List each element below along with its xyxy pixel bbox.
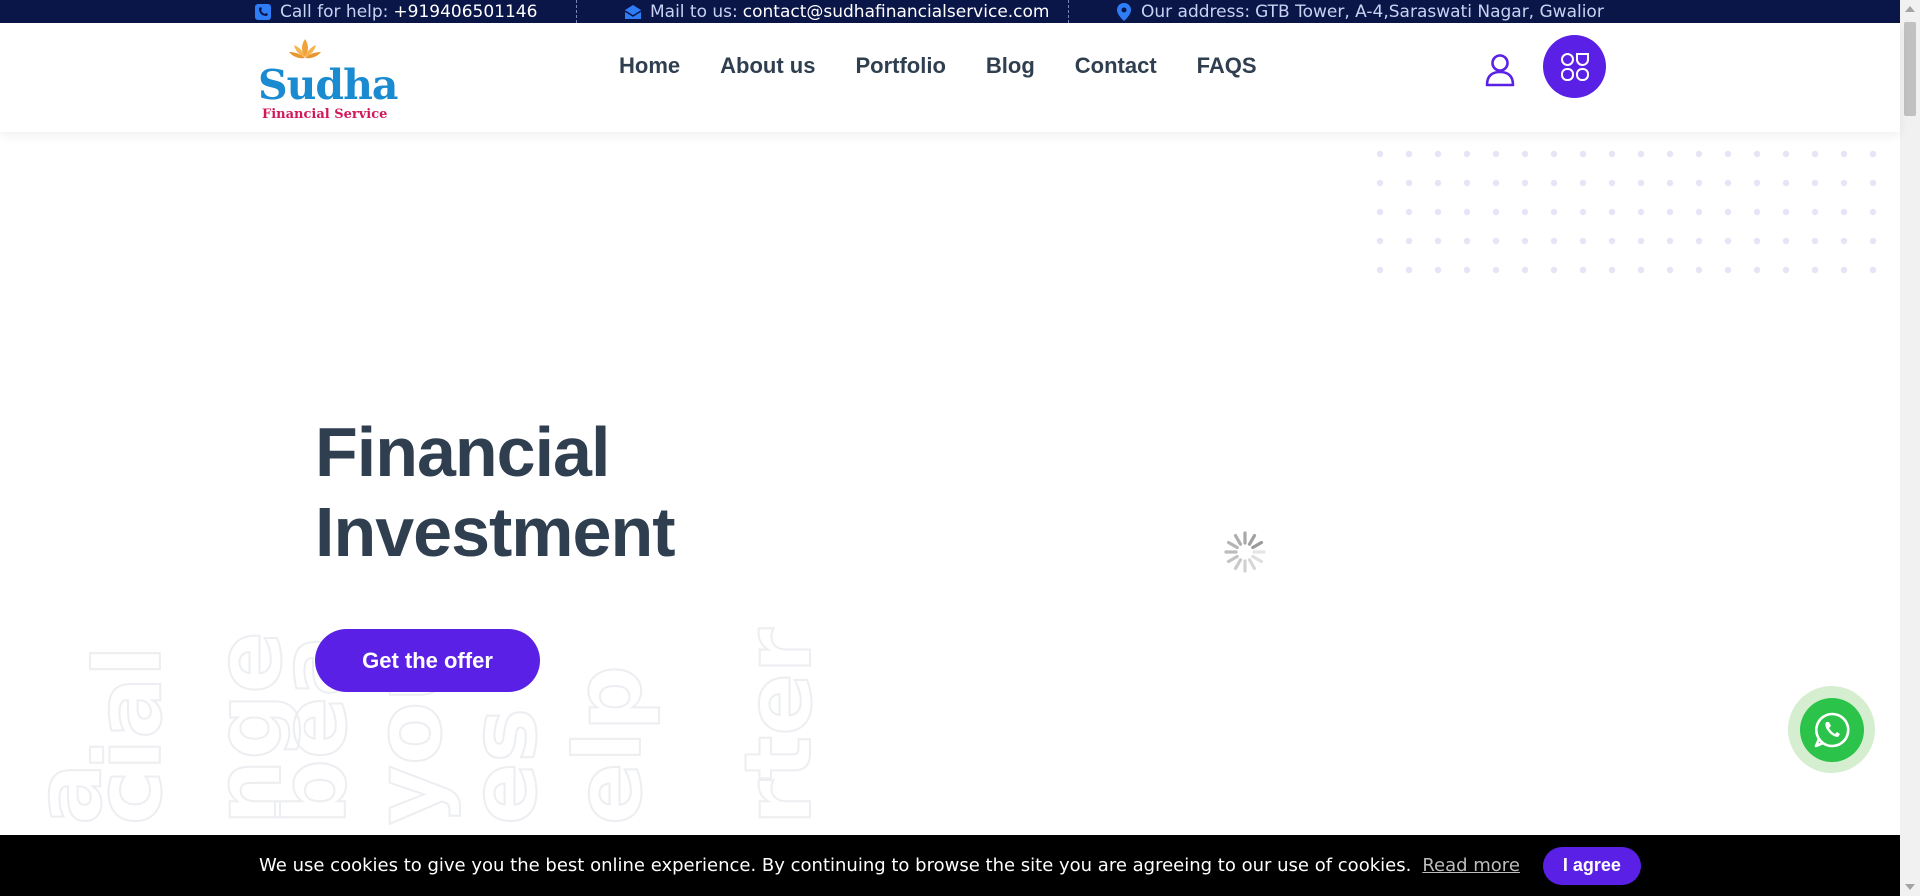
envelope-icon <box>624 3 642 21</box>
main-nav: Home About us Portfolio Blog Contact FAQ… <box>619 23 1297 109</box>
apps-grid-icon <box>1560 52 1589 81</box>
divider <box>1068 0 1069 23</box>
phone-label: Call for help: <box>280 1 389 22</box>
phone-icon <box>254 3 272 21</box>
hero-title: Financial Investment <box>315 412 676 572</box>
logo-tagline: Financial Service <box>262 107 388 122</box>
scroll-down-arrow[interactable] <box>1905 884 1915 890</box>
whatsapp-icon <box>1814 712 1849 747</box>
cookie-message: We use cookies to give you the best onli… <box>259 855 1412 876</box>
address-info: Our address: GTB Tower, A-4,Saraswati Na… <box>1115 0 1604 23</box>
phone-number[interactable]: +919406501146 <box>393 2 537 22</box>
apps-menu-button[interactable] <box>1543 35 1606 98</box>
nav-about-us[interactable]: About us <box>720 53 815 79</box>
mail-address[interactable]: contact@sudhafinancialservice.com <box>743 2 1050 22</box>
page-scrollbar[interactable] <box>1900 0 1920 896</box>
map-pin-icon <box>1115 2 1133 21</box>
lotus-icon <box>289 39 321 59</box>
nav-blog[interactable]: Blog <box>986 53 1035 79</box>
whatsapp-badge <box>1799 697 1864 762</box>
contact-topbar: Call for help: +919406501146 Mail to us:… <box>0 0 1900 23</box>
scrollbar-thumb[interactable] <box>1904 22 1916 116</box>
address-text: GTB Tower, A-4,Saraswati Nagar, Gwalior <box>1255 1 1604 22</box>
nav-portfolio[interactable]: Portfolio <box>855 53 945 79</box>
nav-contact[interactable]: Contact <box>1075 53 1157 79</box>
address-label: Our address: <box>1141 1 1251 22</box>
watermark-word: cial <box>75 645 182 825</box>
nav-home[interactable]: Home <box>619 53 680 79</box>
site-header: Sudha Financial Service Home About us Po… <box>0 23 1900 132</box>
nav-faqs[interactable]: FAQS <box>1197 53 1257 79</box>
scroll-up-arrow[interactable] <box>1905 6 1915 12</box>
user-icon <box>1485 54 1515 87</box>
cookie-consent-bar: We use cookies to give you the best onli… <box>0 835 1900 896</box>
watermark-word: elp <box>555 665 662 825</box>
logo-wordmark: Sudha <box>258 61 398 109</box>
decorative-dot-grid <box>1376 150 1877 274</box>
hero-title-line: Financial <box>315 413 610 491</box>
get-offer-button[interactable]: Get the offer <box>315 629 540 692</box>
logo[interactable]: Sudha Financial Service <box>256 37 398 122</box>
hero-title-line: Investment <box>315 493 676 571</box>
watermark-word: es <box>450 708 557 825</box>
divider <box>576 0 577 23</box>
cookie-agree-button[interactable]: I agree <box>1542 846 1641 885</box>
watermark-word: rter <box>725 627 820 825</box>
whatsapp-chat-button[interactable] <box>1788 686 1875 773</box>
user-account-button[interactable] <box>1480 50 1520 90</box>
cookie-read-more-link[interactable]: Read more <box>1422 855 1520 876</box>
phone-info[interactable]: Call for help: +919406501146 <box>254 0 537 23</box>
mail-info[interactable]: Mail to us: contact@sudhafinancialservic… <box>624 0 1050 23</box>
mail-label: Mail to us: <box>650 1 738 22</box>
loading-spinner-icon <box>1224 531 1266 573</box>
